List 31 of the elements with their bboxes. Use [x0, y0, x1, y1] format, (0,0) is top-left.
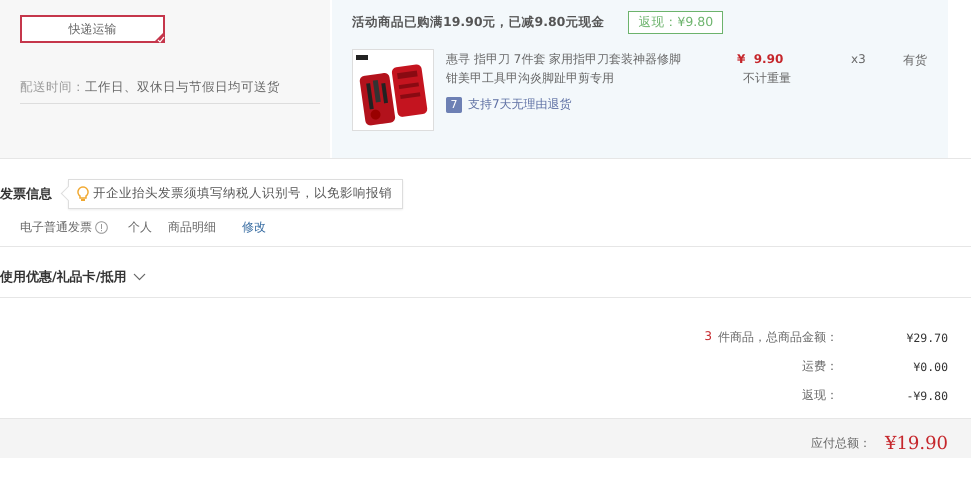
weight-text: 不计重量 [743, 70, 792, 87]
total-amount: ¥19.90 [885, 433, 948, 454]
cashback-badge: 返现：¥9.80 [628, 11, 724, 34]
info-icon[interactable] [95, 221, 108, 234]
product-title[interactable]: 惠寻 指甲刀 7件套 家用指甲刀套装神器修脚钳美甲工具甲沟炎脚趾甲剪专用 [446, 50, 684, 88]
lightbulb-icon [77, 186, 89, 202]
quantity-text: x3 [851, 52, 867, 68]
summary-label: 件商品，总商品金额： [718, 329, 838, 346]
summary-value: ¥0.00 [912, 360, 948, 374]
promo-text: 活动商品已购满19.90元，已减9.80元现金 [352, 14, 604, 31]
summary-label: 运费： [802, 358, 838, 375]
summary-value: ¥29.70 [905, 330, 948, 344]
invoice-content: 商品明细 [168, 219, 216, 236]
section-title: 发票信息 [0, 186, 52, 203]
coupon-toggle[interactable]: 使用优惠/礼品卡/抵用 [0, 268, 146, 286]
check-corner-icon [153, 31, 165, 43]
invoice-header: 个人 [128, 219, 152, 236]
return-policy-text: 支持7天无理由退货 [468, 96, 572, 113]
delivery-option-button[interactable]: 快递运输 [20, 15, 165, 43]
delivery-time-value: 工作日、双休日与节假日均可送货 [85, 79, 280, 96]
tooltip-text: 开企业抬头发票须填写纳税人识别号，以免影响报销 [93, 185, 392, 202]
total-label: 应付总额： [811, 435, 872, 452]
edit-link[interactable]: 修改 [242, 219, 266, 236]
invoice-type: 电子普通发票 [20, 219, 92, 236]
product-price: ¥ 9.90 [737, 52, 784, 66]
stock-status: 有货 [903, 52, 927, 69]
delivery-time-label: 配送时间： [20, 79, 85, 96]
summary-value: -¥9.80 [905, 388, 948, 402]
item-count: 3 [704, 329, 712, 345]
return-badge: 7 [446, 96, 462, 112]
summary-label: 返现： [802, 387, 838, 404]
